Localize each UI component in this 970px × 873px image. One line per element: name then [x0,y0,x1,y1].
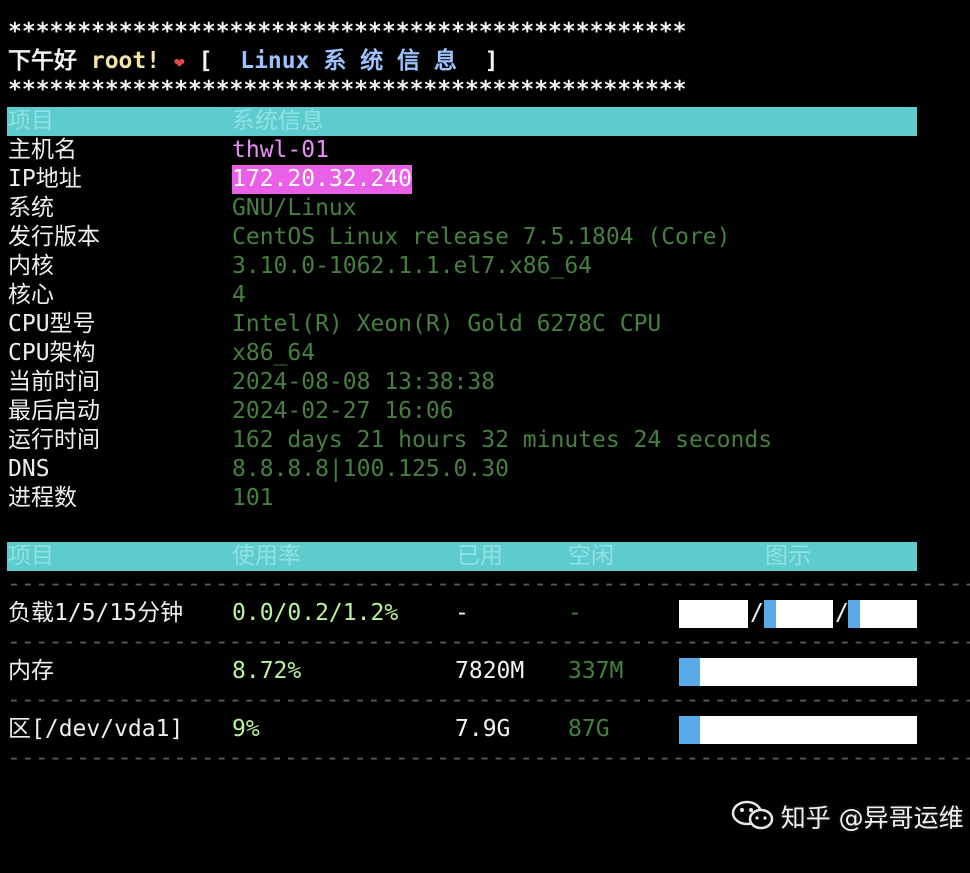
info-label: 核心 [8,282,54,308]
info-label: 进程数 [8,485,77,511]
info-label: CPU型号 [8,311,96,337]
divider: ----------------------------------------… [7,687,970,713]
info-value-ip-highlight: 172.20.32.240 [232,165,413,194]
usage-rate: 0.0/0.2/1.2% [232,600,399,626]
divider: ----------------------------------------… [7,571,970,597]
usage-free: 87G [568,716,610,742]
info-label: 主机名 [8,137,77,163]
wechat-icon [699,766,775,873]
usage-row-memory: 内存 8.72% 7820M 337M [8,655,623,687]
watermark: 知乎 @异哥运维 [683,732,964,873]
greeting-text: 下午好 [8,48,77,74]
usage-header-free: 空闲 [568,543,614,569]
usage-free: - [568,600,582,626]
info-value: 3.10.0-1062.1.1.el7.x86_64 [232,253,593,279]
load-bar-5min [764,600,833,628]
usage-rate: 8.72% [232,658,302,684]
info-value: Intel(R) Xeon(R) Gold 6278C CPU [232,311,662,337]
load-separator: / [750,600,764,626]
usage-header-chart: 图示 [765,543,811,569]
info-value: 101 [232,485,274,511]
heart-icon: ❤ [173,52,185,73]
usage-label: 区[/dev/vda1] [8,716,184,742]
load-separator: / [835,600,849,626]
info-table-header: 项目 系统信息 [7,107,917,136]
usage-header-item: 项目 [8,543,54,569]
usage-free: 337M [568,658,624,684]
divider: ----------------------------------------… [7,629,970,655]
title-latin: Linux [240,48,310,74]
watermark-text: 知乎 @异哥运维 [780,803,964,833]
info-value: x86_64 [232,340,316,366]
info-label: CPU架构 [8,340,96,366]
load-fill-15min [848,600,860,628]
title-chinese: 系 统 信 息 [323,48,457,74]
banner-top-stars: ****************************************… [8,19,687,45]
greeting-user: root! [90,48,161,74]
usage-used: 7.9G [455,716,511,742]
info-label: IP地址 [8,166,82,192]
usage-label: 负载1/5/15分钟 [8,600,184,626]
load-fill-5min [764,600,776,628]
open-bracket: [ [198,48,213,74]
usage-label: 内存 [8,658,54,684]
info-value: 2024-08-08 13:38:38 [232,369,496,395]
info-label: 当前时间 [8,369,100,395]
info-label: DNS [8,456,50,482]
banner-bottom-stars: ****************************************… [8,77,687,103]
info-value: 8.8.8.8|100.125.0.30 [232,456,509,482]
usage-rate: 9% [232,716,260,742]
info-header-item: 项目 [8,108,54,134]
load-bar-15min [848,600,917,628]
info-label: 发行版本 [8,224,100,250]
usage-row-load: 负载1/5/15分钟 0.0/0.2/1.2% - - [8,597,582,629]
info-value: 162 days 21 hours 32 minutes 24 seconds [232,427,773,453]
info-value: 2024-02-27 16:06 [232,398,454,424]
load-bar-1min [679,600,748,628]
info-value: CentOS Linux release 7.5.1804 (Core) [232,224,731,250]
info-header-sysinfo: 系统信息 [232,108,324,134]
usage-header-used: 已用 [457,543,503,569]
info-label: 系统 [8,195,54,221]
usage-used: 7820M [455,658,525,684]
usage-row-disk: 区[/dev/vda1] 9% 7.9G 87G [8,713,610,745]
memory-bar-fill [679,658,700,686]
usage-used: - [455,600,469,626]
info-value: 4 [232,282,246,308]
usage-table-header: 项目 使用率 已用 空闲 图示 [7,542,917,571]
close-bracket: ] [484,48,499,74]
info-label: 运行时间 [8,427,100,453]
info-value: GNU/Linux [232,195,357,221]
greeting-line: 下午好 root! ❤ [ Linux 系 统 信 息 ] [8,47,498,77]
info-value: thwl-01 [232,137,329,163]
info-label: 内核 [8,253,54,279]
memory-bar [679,658,917,686]
info-label: 最后启动 [8,398,100,424]
usage-header-rate: 使用率 [232,543,301,569]
